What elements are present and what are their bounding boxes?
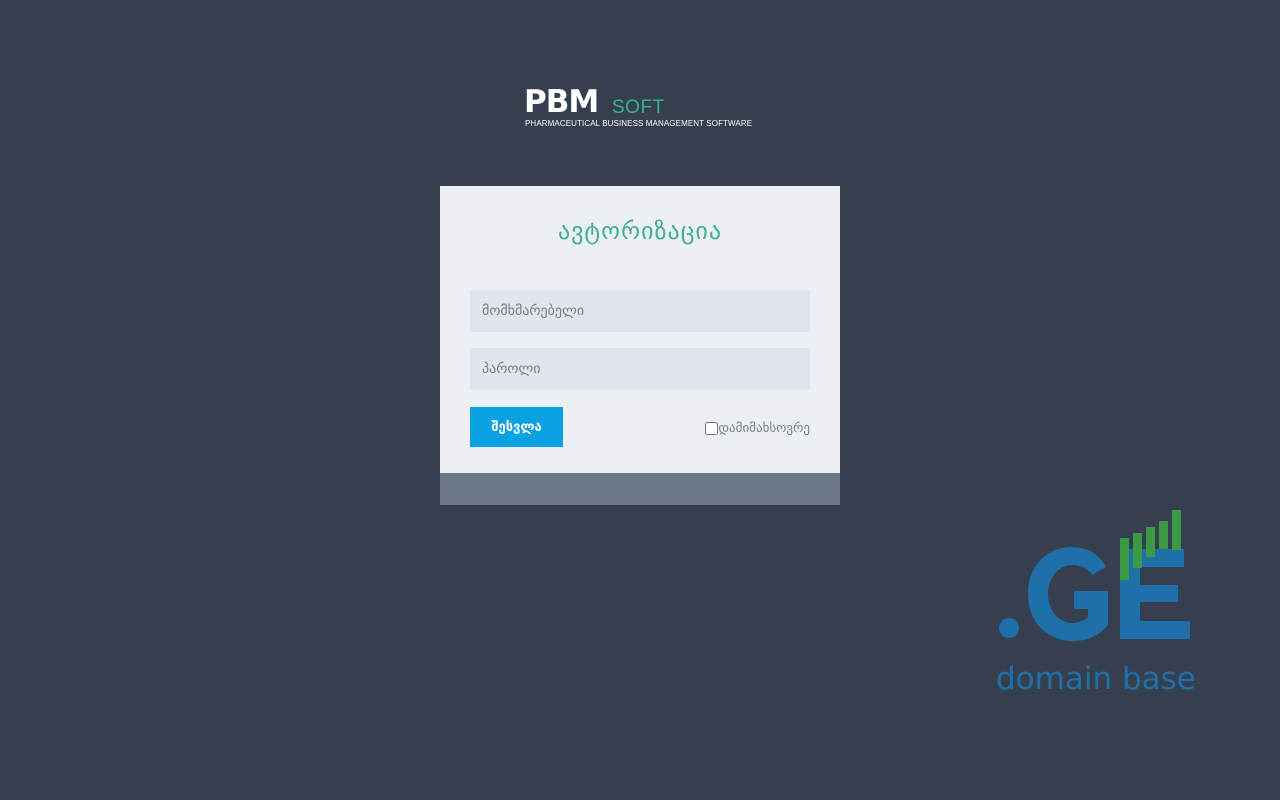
chart-bar-icon (1133, 533, 1142, 568)
login-button[interactable]: შესვლა (470, 407, 563, 447)
login-card-footer (440, 473, 840, 505)
ge-letter-g-icon (1028, 547, 1108, 641)
chart-bar-icon (1172, 510, 1181, 550)
ge-letter-e-icon (1120, 549, 1190, 639)
watermark-text: domain base (996, 661, 1196, 697)
chart-bar-icon (1120, 538, 1129, 580)
login-card: ავტორიზაცია შესვლა დამიმახსოვრე (440, 186, 840, 505)
logo-tagline: PHARMACEUTICAL BUSINESS MANAGEMENT SOFTW… (525, 119, 753, 128)
remember-me-checkbox[interactable] (705, 421, 719, 435)
remember-me-label: დამიმახსოვრე (718, 420, 810, 436)
chart-bar-icon (1159, 521, 1168, 549)
chart-bar-icon (1146, 527, 1155, 557)
ge-dot-icon (999, 618, 1019, 638)
pbm-soft-logo: PBM SOFT PHARMACEUTICAL BUSINESS MANAGEM… (524, 86, 764, 134)
logo-sub-text: SOFT (612, 97, 665, 118)
password-input[interactable] (470, 348, 810, 390)
ge-logo-icon (999, 510, 1190, 641)
domain-base-watermark: domain base (996, 505, 1196, 700)
logo-main-text: PBM (524, 84, 599, 120)
login-title: ავტორიზაცია (557, 217, 723, 245)
username-input[interactable] (470, 290, 810, 332)
remember-me[interactable]: დამიმახსოვრე (705, 418, 810, 438)
